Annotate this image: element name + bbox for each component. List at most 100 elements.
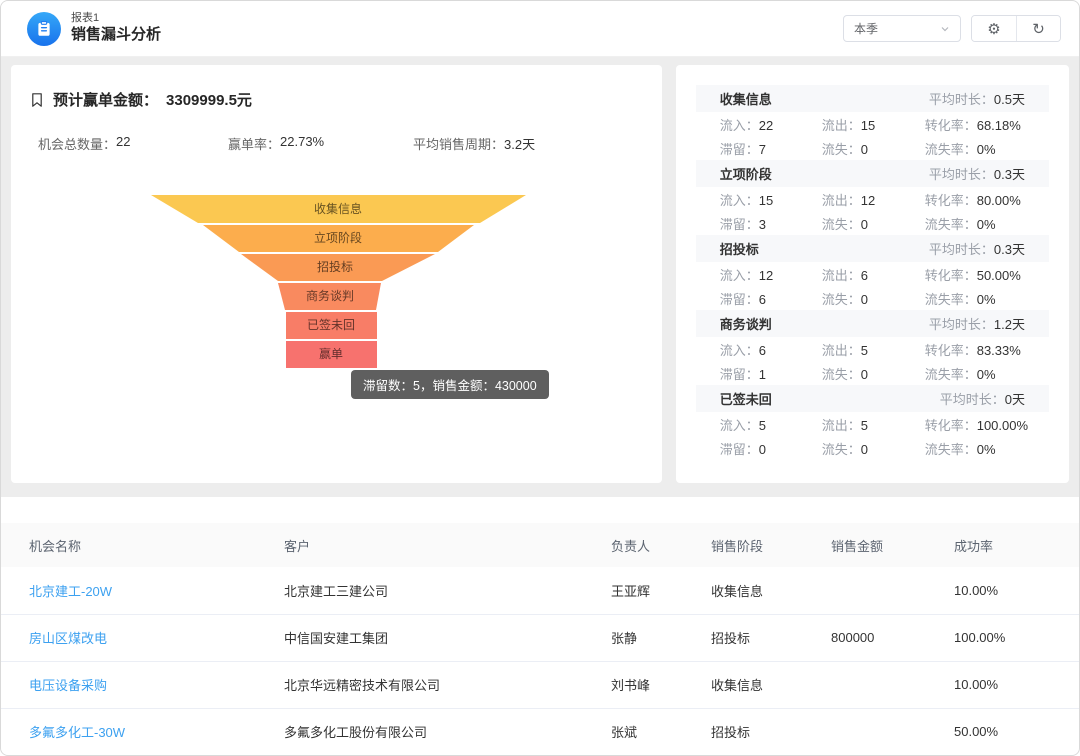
stage-cell: 收集信息	[683, 567, 803, 614]
owner-cell: 王亚辉	[583, 567, 683, 614]
stage-header: 商务谈判 平均时长：1.2天	[696, 310, 1049, 337]
expected-amount-value: 3309999.5元	[166, 89, 252, 110]
app-header: 报表1 销售漏斗分析 本季 ⚙ ↻	[1, 1, 1079, 57]
stage-name: 招投标	[720, 239, 759, 258]
stat-label: 赢单率：	[228, 134, 280, 153]
refresh-icon: ↻	[1032, 20, 1045, 38]
table-header-row: 机会名称 客户 负责人 销售阶段 销售金额 成功率	[1, 523, 1079, 567]
period-select[interactable]: 本季	[843, 15, 961, 42]
summary-stats-row: 机会总数量： 22 赢单率： 22.73% 平均销售周期： 3.2天	[11, 134, 662, 153]
stage-duration: 平均时长：0.3天	[929, 239, 1025, 258]
opportunity-table-section: 机会名称 客户 负责人 销售阶段 销售金额 成功率 北京建工-20W 北京建工三…	[1, 497, 1079, 756]
amount-cell: 800000	[803, 614, 926, 661]
funnel-tooltip: 滞留数：5，销售金额：430000	[351, 370, 549, 399]
chevron-down-icon	[940, 24, 950, 34]
stage-cell: 招投标	[683, 614, 803, 661]
metric-row: 滞留：7 流失：0 流失率：0%	[696, 136, 1049, 160]
customer-cell: 北京建工三建公司	[256, 567, 583, 614]
stage-details-panel: 收集信息 平均时长：0.5天 流入：22 流出：15 转化率：68.18% 滞留…	[676, 65, 1069, 483]
metric-row: 流入：15 流出：12 转化率：80.00%	[696, 187, 1049, 211]
stage-duration: 平均时长：1.2天	[929, 314, 1025, 333]
stage-header: 收集信息 平均时长：0.5天	[696, 85, 1049, 112]
stage-block-1: 收集信息 平均时长：0.5天 流入：22 流出：15 转化率：68.18% 滞留…	[696, 85, 1049, 160]
metric-row: 滞留：3 流失：0 流失率：0%	[696, 211, 1049, 235]
stage-duration: 平均时长：0.5天	[929, 89, 1025, 108]
header-controls: 本季 ⚙ ↻	[843, 15, 1061, 42]
col-sales-amount: 销售金额	[803, 523, 926, 567]
funnel-label-4: 商务谈判	[306, 288, 354, 303]
funnel-label-5: 已签未回	[307, 317, 355, 332]
stage-duration: 平均时长：0.3天	[929, 164, 1025, 183]
stage-block-5: 已签未回 平均时长：0天 流入：5 流出：5 转化率：100.00% 滞留：0 …	[696, 385, 1049, 460]
period-select-value: 本季	[854, 20, 878, 37]
success-rate-cell: 100.00%	[926, 614, 1079, 661]
customer-cell: 北京华远精密技术有限公司	[256, 661, 583, 708]
settings-button[interactable]: ⚙	[972, 16, 1016, 41]
funnel-label-1: 收集信息	[314, 201, 362, 216]
col-success-rate: 成功率	[926, 523, 1079, 567]
stage-block-3: 招投标 平均时长：0.3天 流入：12 流出：6 转化率：50.00% 滞留：6…	[696, 235, 1049, 310]
bookmark-icon	[29, 92, 45, 108]
funnel-label-2: 立项阶段	[314, 230, 362, 245]
funnel-label-6: 赢单	[319, 346, 343, 361]
opportunity-link[interactable]: 多氟多化工-30W	[1, 708, 256, 755]
stage-block-4: 商务谈判 平均时长：1.2天 流入：6 流出：5 转化率：83.33% 滞留：1…	[696, 310, 1049, 385]
page-title: 销售漏斗分析	[71, 26, 161, 45]
content-area: 预计赢单金额： 3309999.5元 机会总数量： 22 赢单率： 22.73%…	[1, 57, 1079, 483]
owner-cell: 刘书峰	[583, 661, 683, 708]
gear-icon: ⚙	[987, 20, 1000, 38]
customer-cell: 多氟多化工股份有限公司	[256, 708, 583, 755]
stat-label: 平均销售周期：	[413, 134, 504, 153]
metric-row: 滞留：6 流失：0 流失率：0%	[696, 286, 1049, 310]
funnel-summary-card: 预计赢单金额： 3309999.5元 机会总数量： 22 赢单率： 22.73%…	[11, 65, 662, 483]
expected-amount-label: 预计赢单金额：	[53, 89, 158, 110]
dashboard-page: 报表1 销售漏斗分析 本季 ⚙ ↻ 预计赢单金额：	[0, 0, 1080, 756]
header-titles: 报表1 销售漏斗分析	[71, 12, 161, 45]
table-row: 多氟多化工-30W 多氟多化工股份有限公司 张斌 招投标 50.00%	[1, 708, 1079, 755]
table-row: 房山区煤改电 中信国安建工集团 张静 招投标 800000 100.00%	[1, 614, 1079, 661]
col-customer: 客户	[256, 523, 583, 567]
success-rate-cell: 50.00%	[926, 708, 1079, 755]
stage-header: 招投标 平均时长：0.3天	[696, 235, 1049, 262]
funnel-label-3: 招投标	[317, 259, 353, 274]
stage-cell: 招投标	[683, 708, 803, 755]
col-sales-stage: 销售阶段	[683, 523, 803, 567]
stage-block-2: 立项阶段 平均时长：0.3天 流入：15 流出：12 转化率：80.00% 滞留…	[696, 160, 1049, 235]
col-opportunity-name: 机会名称	[1, 523, 256, 567]
expected-amount-row: 预计赢单金额： 3309999.5元	[11, 65, 662, 110]
success-rate-cell: 10.00%	[926, 661, 1079, 708]
stage-name: 收集信息	[720, 89, 772, 108]
stage-name: 商务谈判	[720, 314, 772, 333]
stat-win-rate: 赢单率： 22.73%	[228, 134, 413, 153]
customer-cell: 中信国安建工集团	[256, 614, 583, 661]
stat-value: 22	[116, 134, 130, 153]
funnel-chart: 收集信息 立项阶段 招投标 商务谈判 已签未回 赢单	[11, 175, 663, 445]
refresh-button[interactable]: ↻	[1016, 16, 1060, 41]
opportunity-link[interactable]: 电压设备采购	[1, 661, 256, 708]
opportunity-link[interactable]: 北京建工-20W	[1, 567, 256, 614]
success-rate-cell: 10.00%	[926, 567, 1079, 614]
opportunity-table: 机会名称 客户 负责人 销售阶段 销售金额 成功率 北京建工-20W 北京建工三…	[1, 523, 1079, 755]
col-owner: 负责人	[583, 523, 683, 567]
stage-name: 已签未回	[720, 389, 772, 408]
stat-value: 3.2天	[504, 134, 535, 153]
stat-avg-cycle: 平均销售周期： 3.2天	[413, 134, 535, 153]
stage-name: 立项阶段	[720, 164, 772, 183]
report-logo	[27, 12, 61, 46]
metric-row: 流入：22 流出：15 转化率：68.18%	[696, 112, 1049, 136]
stat-label: 机会总数量：	[38, 134, 116, 153]
amount-cell	[803, 567, 926, 614]
opportunity-link[interactable]: 房山区煤改电	[1, 614, 256, 661]
clipboard-icon	[35, 20, 53, 38]
table-row: 电压设备采购 北京华远精密技术有限公司 刘书峰 收集信息 10.00%	[1, 661, 1079, 708]
metric-row: 滞留：1 流失：0 流失率：0%	[696, 361, 1049, 385]
metric-row: 流入：5 流出：5 转化率：100.00%	[696, 412, 1049, 436]
table-row: 北京建工-20W 北京建工三建公司 王亚辉 收集信息 10.00%	[1, 567, 1079, 614]
stage-header: 已签未回 平均时长：0天	[696, 385, 1049, 412]
report-label: 报表1	[71, 12, 161, 26]
metric-row: 流入：6 流出：5 转化率：83.33%	[696, 337, 1049, 361]
stat-value: 22.73%	[280, 134, 324, 153]
stage-header: 立项阶段 平均时长：0.3天	[696, 160, 1049, 187]
metric-row: 滞留：0 流失：0 流失率：0%	[696, 436, 1049, 460]
header-button-group: ⚙ ↻	[971, 15, 1061, 42]
